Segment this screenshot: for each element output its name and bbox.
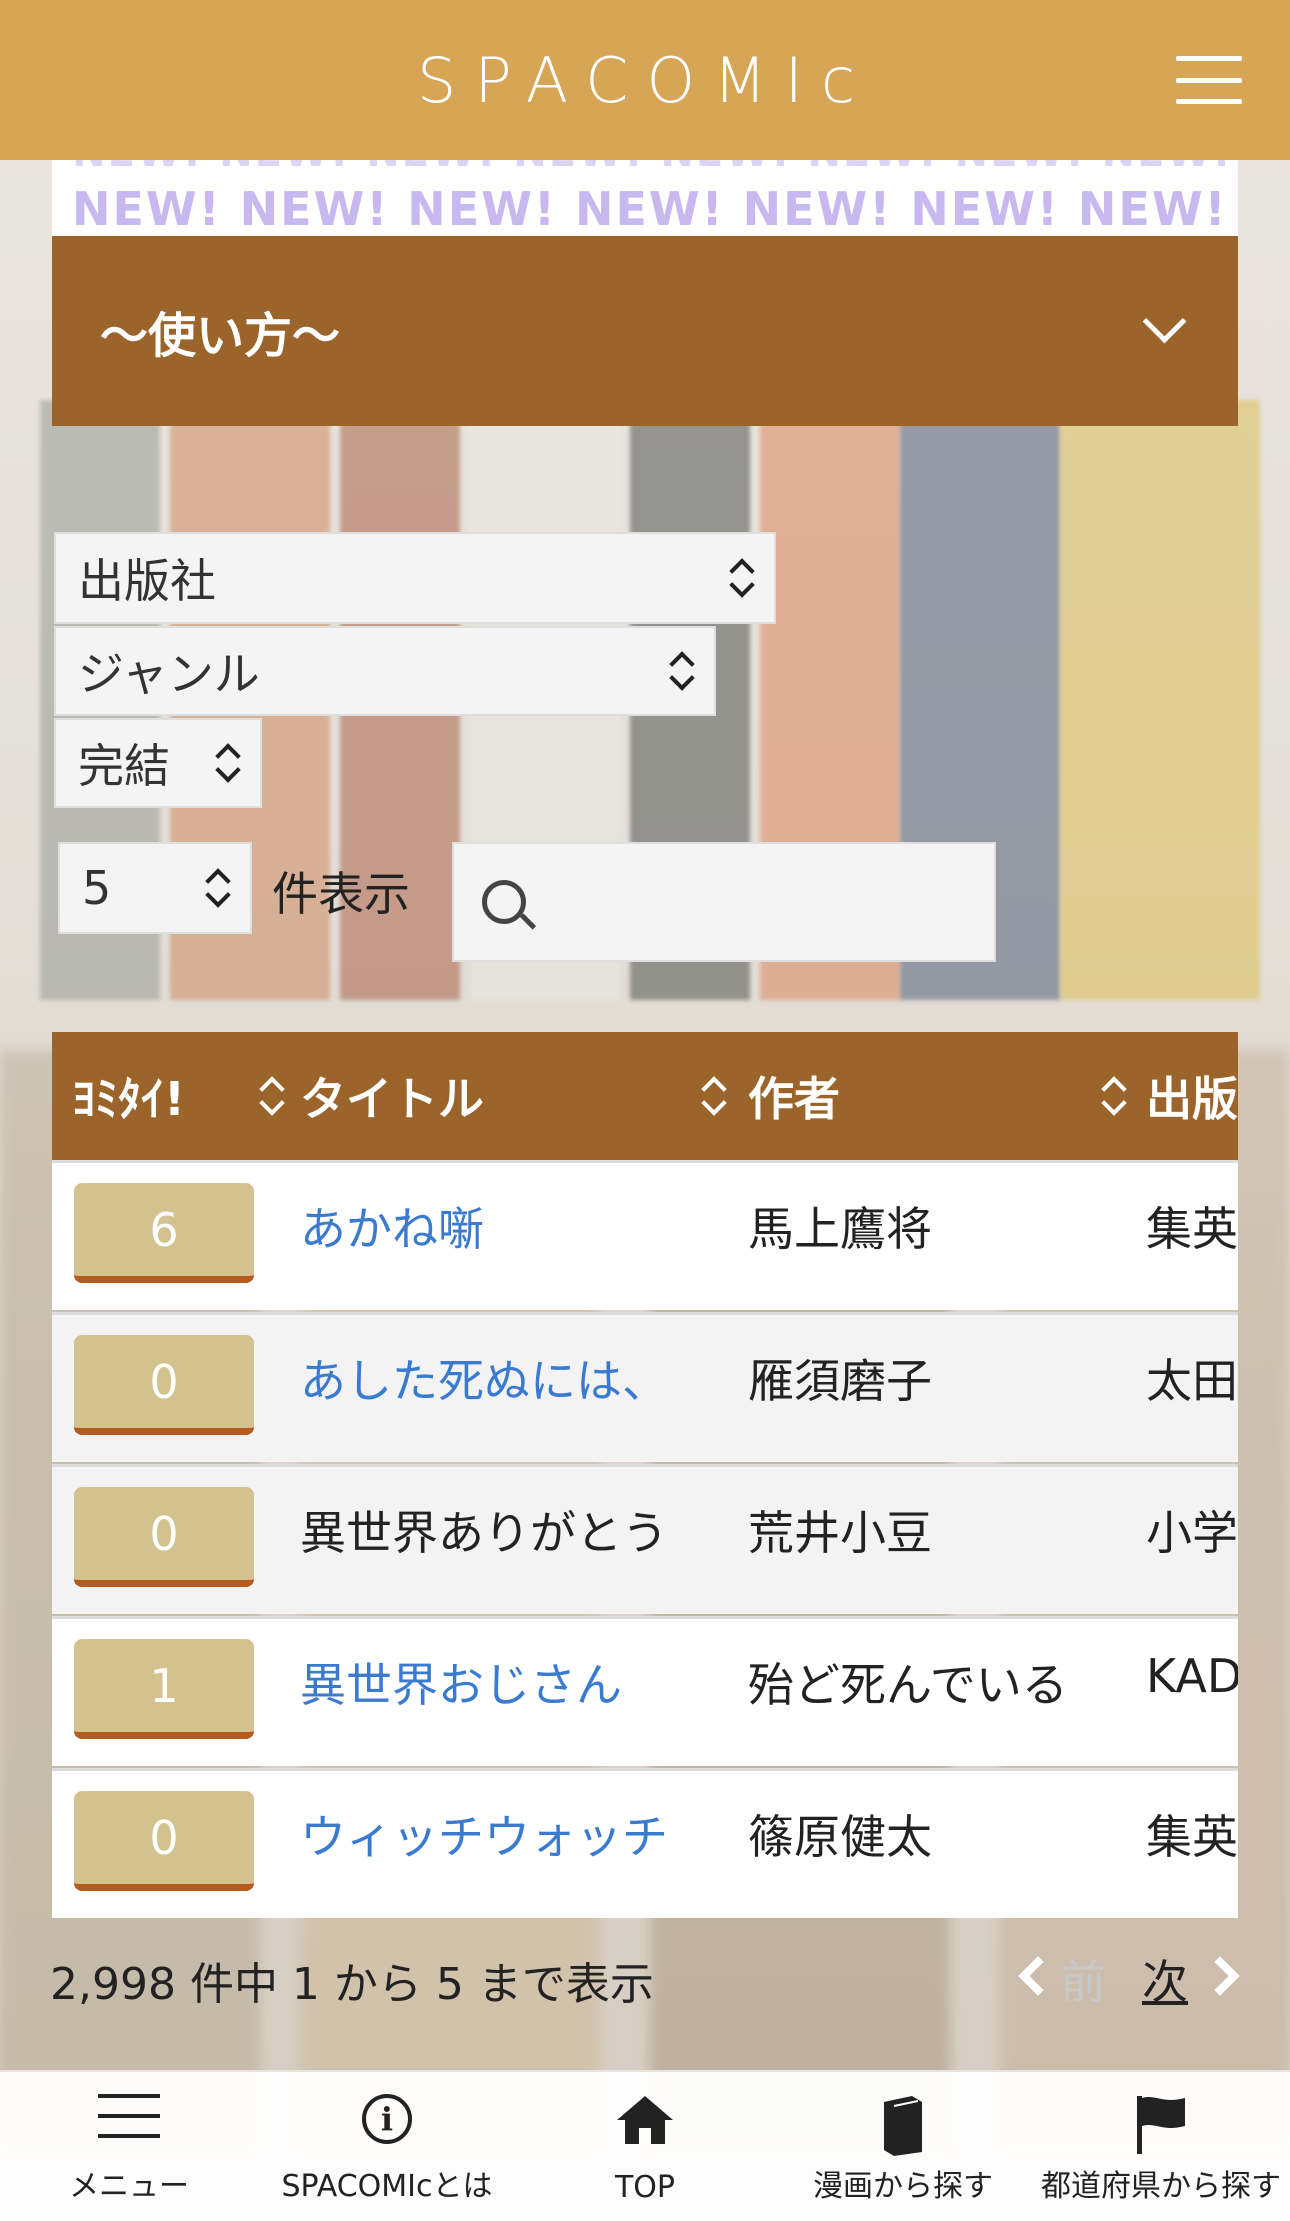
genre-select[interactable]: ジャンル xyxy=(54,626,716,716)
sort-icon xyxy=(702,1076,724,1116)
bottom-tab-bar: メニュー i SPACOMIcとは TOP 漫画から探す 都道府県から探す xyxy=(0,2070,1290,2221)
tab-label: TOP xyxy=(614,2170,676,2205)
info-icon: i xyxy=(362,2094,412,2144)
yomitai-button[interactable]: 6 xyxy=(74,1183,254,1283)
publisher-cell: 小学 xyxy=(1146,1506,1238,1560)
flag-icon xyxy=(1137,2096,1185,2154)
publisher-select-value: 出版社 xyxy=(78,554,216,608)
publisher-select[interactable]: 出版社 xyxy=(54,532,776,624)
author-cell: 篠原健太 xyxy=(748,1810,932,1864)
search-icon xyxy=(482,880,526,924)
tab-search-prefecture[interactable]: 都道府県から探す xyxy=(1032,2072,1290,2221)
author-cell: 荒井小豆 xyxy=(748,1506,932,1560)
title-link[interactable]: あした死ぬには、 xyxy=(300,1345,668,1411)
page-size-value: 5 xyxy=(82,861,112,915)
select-arrows-icon xyxy=(670,651,692,691)
author-cell: 雁須磨子 xyxy=(748,1354,932,1408)
tab-search-manga[interactable]: 漫画から探す xyxy=(774,2072,1032,2221)
table-row: 0 あした死ぬには、 雁須磨子 太田 xyxy=(52,1312,1238,1462)
select-arrows-icon xyxy=(216,743,238,783)
table-row: 1 異世界おじさん 殆ど死んでいる KAD xyxy=(52,1616,1238,1766)
author-cell: 殆ど死んでいる xyxy=(748,1658,1068,1712)
publisher-cell: 集英 xyxy=(1146,1810,1238,1864)
search-input[interactable] xyxy=(452,842,996,962)
title-link[interactable]: ウィッチウォッチ xyxy=(300,1801,668,1867)
publisher-cell: KAD xyxy=(1146,1649,1238,1703)
table-row: 0 ウィッチウォッチ 篠原健太 集英 xyxy=(52,1768,1238,1918)
pagination-info: 2,998 件中 1 から 5 まで表示 xyxy=(50,1959,654,2010)
tab-label: 都道府県から探す xyxy=(1041,2169,1281,2204)
tab-menu[interactable]: メニュー xyxy=(0,2072,258,2221)
page-size-select[interactable]: 5 xyxy=(58,842,252,934)
next-page-button[interactable]: 次 xyxy=(1142,1946,1188,2012)
site-logo[interactable]: SPACOMIc xyxy=(417,44,873,117)
tab-label: メニュー xyxy=(69,2169,189,2204)
new-banner[interactable]: NEW! NEW! NEW! NEW! NEW! NEW! NEW! NEW! … xyxy=(52,160,1238,236)
author-cell: 馬上鷹将 xyxy=(748,1202,932,1256)
page-size-suffix: 件表示 xyxy=(272,867,410,921)
yomitai-button[interactable]: 1 xyxy=(74,1639,254,1739)
column-label: ﾖﾐﾀｲ! xyxy=(72,1072,185,1126)
status-select[interactable]: 完結 xyxy=(54,718,262,808)
column-header-author[interactable]: 作者 xyxy=(748,1032,1120,1160)
column-header-title[interactable]: タイトル xyxy=(300,1032,720,1160)
chevron-down-icon xyxy=(1142,299,1187,344)
column-label: 出版 xyxy=(1146,1072,1238,1126)
status-select-value: 完結 xyxy=(78,739,170,793)
yomitai-button[interactable]: 0 xyxy=(74,1335,254,1435)
banner-marquee: NEW! NEW! NEW! NEW! NEW! NEW! NEW! NEW! … xyxy=(72,182,1238,236)
menu-icon xyxy=(98,2094,160,2138)
yomitai-button[interactable]: 0 xyxy=(74,1487,254,1587)
genre-select-value: ジャンル xyxy=(78,647,260,701)
tab-label: 漫画から探す xyxy=(813,2169,993,2204)
book-icon xyxy=(884,2096,922,2156)
title-link[interactable]: 異世界おじさん xyxy=(300,1649,622,1715)
yomitai-button[interactable]: 0 xyxy=(74,1791,254,1891)
app-header: SPACOMIc xyxy=(0,0,1290,160)
select-arrows-icon xyxy=(206,868,228,908)
hamburger-menu-icon[interactable] xyxy=(1176,56,1242,104)
table-row: 0 異世界ありがとう 荒井小豆 小学 xyxy=(52,1464,1238,1614)
home-icon xyxy=(617,2096,673,2144)
tab-top[interactable]: TOP xyxy=(516,2072,774,2221)
table-header: ﾖﾐﾀｲ! タイトル 作者 出版 xyxy=(52,1032,1238,1160)
column-label: タイトル xyxy=(300,1072,484,1126)
publisher-cell: 太田 xyxy=(1146,1354,1238,1408)
sort-icon xyxy=(1102,1076,1124,1116)
accordion-title: 〜使い方〜 xyxy=(100,308,341,364)
tab-label: SPACOMIcとは xyxy=(281,2169,493,2204)
tab-about[interactable]: i SPACOMIcとは xyxy=(258,2072,516,2221)
column-header-yomitai[interactable]: ﾖﾐﾀｲ! xyxy=(72,1032,282,1160)
title-text: 異世界ありがとう xyxy=(300,1506,668,1560)
publisher-cell: 集英 xyxy=(1146,1202,1238,1256)
banner-marquee-top: NEW! NEW! NEW! NEW! NEW! NEW! NEW! NEW! … xyxy=(72,160,1238,176)
comics-table: ﾖﾐﾀｲ! タイトル 作者 出版 6 あかね噺 馬上鷹将 集英 0 あした死ぬに… xyxy=(52,1032,1238,1922)
prev-page-button[interactable]: 前 xyxy=(1060,1946,1106,2012)
column-header-publisher[interactable]: 出版 xyxy=(1146,1032,1238,1160)
select-arrows-icon xyxy=(730,558,752,598)
usage-accordion[interactable]: 〜使い方〜 xyxy=(52,236,1238,426)
table-row: 6 あかね噺 馬上鷹将 集英 xyxy=(52,1160,1238,1310)
column-label: 作者 xyxy=(748,1072,840,1126)
sort-icon xyxy=(260,1076,282,1116)
title-link[interactable]: あかね噺 xyxy=(300,1193,484,1259)
